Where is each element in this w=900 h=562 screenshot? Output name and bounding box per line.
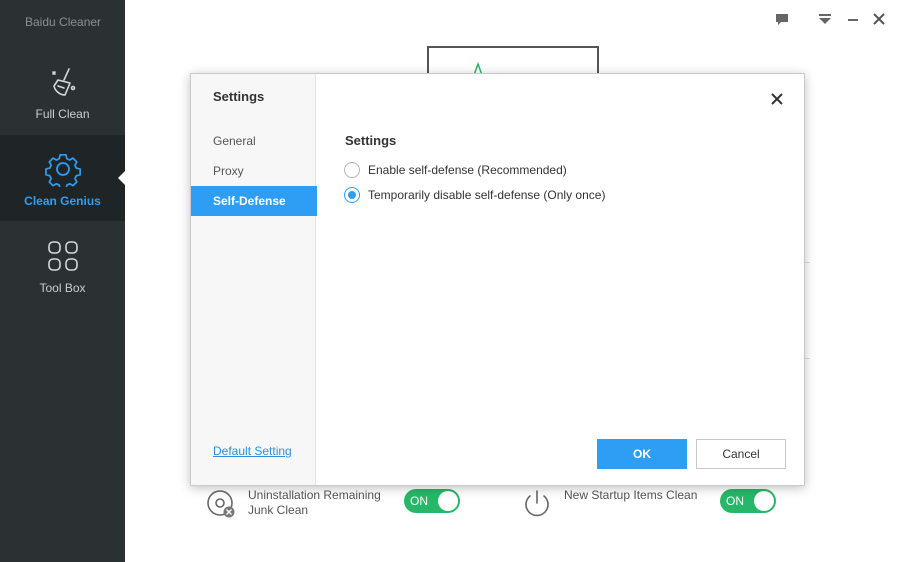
feature-startup-items: New Startup Items Clean ON [521, 486, 785, 526]
uninstall-disc-icon [207, 490, 235, 518]
gear-icon [44, 153, 81, 187]
divider [805, 358, 810, 359]
disable-self-defense-radio[interactable] [344, 187, 360, 203]
toggle-knob [438, 491, 458, 511]
settings-tab-self-defense[interactable]: Self-Defense [191, 186, 317, 216]
sidebar: Baidu Cleaner Full Clean Clean Genius To… [0, 0, 125, 562]
option-label: Temporarily disable self-defense (Only o… [368, 188, 606, 202]
uninstall-junk-toggle[interactable]: ON [404, 489, 460, 513]
score-panel [427, 46, 599, 76]
settings-dialog: Settings General Proxy Self-Defense Defa… [190, 73, 805, 486]
ok-button[interactable]: OK [597, 439, 687, 469]
feature-label: Uninstallation Remaining Junk Clean [248, 488, 381, 517]
divider [805, 262, 810, 263]
feature-label: New Startup Items Clean [564, 488, 698, 502]
feedback-icon[interactable] [772, 9, 792, 29]
minimize-icon[interactable] [843, 9, 863, 29]
default-setting-link[interactable]: Default Setting [213, 444, 292, 458]
toggle-label: ON [726, 494, 744, 508]
sidebar-item-clean-genius[interactable]: Clean Genius [0, 135, 125, 221]
feature-row: Uninstallation Remaining Junk Clean ON N… [205, 486, 785, 526]
settings-tab-proxy[interactable]: Proxy [191, 156, 317, 186]
toggle-knob [754, 491, 774, 511]
sidebar-item-full-clean[interactable]: Full Clean [0, 48, 125, 134]
feature-uninstall-junk: Uninstallation Remaining Junk Clean ON [205, 486, 465, 526]
settings-tab-general[interactable]: General [191, 126, 317, 156]
sidebar-item-label: Full Clean [35, 107, 90, 121]
settings-nav-title: Settings [213, 89, 265, 104]
power-icon [525, 490, 549, 517]
broom-icon [51, 68, 75, 96]
settings-nav: Settings General Proxy Self-Defense Defa… [191, 74, 317, 485]
menu-icon[interactable] [815, 9, 835, 29]
app-title: Baidu Cleaner [25, 15, 102, 29]
sidebar-item-label: Tool Box [39, 281, 86, 295]
option-label: Enable self-defense (Recommended) [368, 163, 567, 177]
section-title: Settings [345, 133, 397, 148]
close-icon[interactable] [869, 9, 889, 29]
sidebar-item-tool-box[interactable]: Tool Box [0, 222, 125, 308]
grid-icon [47, 241, 78, 271]
cancel-button[interactable]: Cancel [696, 439, 786, 469]
dialog-close-icon[interactable] [769, 91, 785, 107]
startup-items-toggle[interactable]: ON [720, 489, 776, 513]
enable-self-defense-radio[interactable] [344, 162, 360, 178]
toggle-label: ON [410, 494, 428, 508]
sidebar-item-label: Clean Genius [24, 194, 101, 208]
